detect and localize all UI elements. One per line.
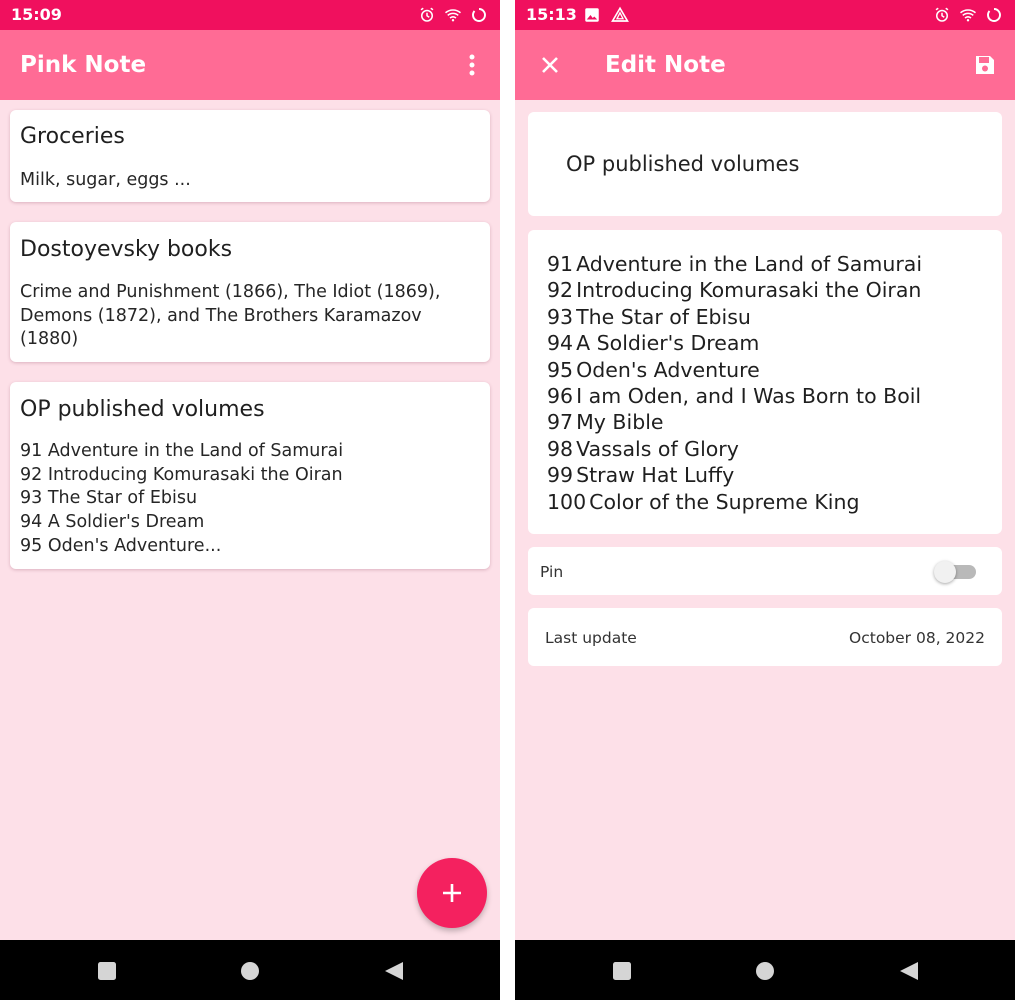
line-number: 99: [547, 463, 574, 488]
title-field[interactable]: OP published volumes: [528, 112, 1002, 216]
line-text: Adventure in the Land of Samurai: [576, 252, 923, 276]
content-line: 98 Vassals of Glory: [547, 436, 922, 462]
line-text: Oden's Adventure: [576, 357, 760, 382]
status-time: 15:13: [526, 5, 577, 24]
loading-circle-icon: [987, 8, 1001, 22]
note-card-groceries[interactable]: Groceries Milk, sugar, eggs ...: [10, 110, 490, 202]
content-line: 96 I am Oden, and I Was Born to Boil: [547, 383, 922, 409]
status-icons: [933, 0, 1003, 30]
pin-label: Pin: [540, 563, 564, 581]
line-text: My Bible: [576, 410, 664, 435]
status-bar: 15:09: [0, 0, 500, 30]
line-text: Vassals of Glory: [576, 436, 739, 461]
line-number: 95: [547, 357, 574, 382]
note-preview: 91 Adventure in the Land of Samurai 92 I…: [20, 441, 344, 556]
content-text: 91 Adventure in the Land of Samurai 92 Int…: [547, 251, 922, 515]
image-icon: [585, 8, 599, 22]
line-number: 100: [547, 489, 587, 514]
loading-circle-icon: [472, 8, 486, 22]
close-icon: [542, 57, 558, 73]
home-circle-icon: [756, 962, 774, 980]
note-title: Dostoyevsky books: [20, 237, 233, 262]
line-text: A Soldier's Dream: [576, 331, 760, 356]
line-text: Introducing Komurasaki the Oiran: [576, 278, 922, 303]
app-title: Pink Note: [20, 52, 147, 78]
screen-title: Edit Note: [605, 52, 726, 78]
title-input-value: OP published volumes: [566, 152, 800, 176]
note-card-op-volumes[interactable]: OP published volumes 91 Adventure in the…: [10, 382, 490, 569]
line-number: 91: [547, 252, 574, 276]
alarm-icon: [935, 7, 949, 22]
content-line: 95 Oden's Adventure: [547, 357, 922, 383]
content-field[interactable]: 91 Adventure in the Land of Samurai 92 Int…: [528, 230, 1002, 534]
line-text: The Star of Ebisu: [576, 304, 751, 329]
recents-button[interactable]: [94, 958, 120, 984]
content-line: 100 Color of the Supreme King: [547, 489, 922, 515]
save-button[interactable]: [965, 45, 1005, 85]
last-update-value: October 08, 2022: [849, 629, 985, 647]
last-update-row: Last update October 08, 2022: [528, 608, 1002, 666]
system-nav-bar: [0, 940, 500, 1000]
save-floppy-icon: [976, 56, 994, 74]
note-preview: Milk, sugar, eggs ...: [20, 170, 191, 190]
home-button[interactable]: [752, 958, 778, 984]
close-button[interactable]: [530, 45, 570, 85]
line-number: 97: [547, 410, 574, 435]
note-list-screen: 15:09 Pink Note Groceries Milk, sugar, e…: [0, 0, 500, 1000]
content-line: 99 Straw Hat Luffy: [547, 462, 922, 488]
back-button[interactable]: [381, 958, 407, 984]
toggle-thumb: [934, 561, 956, 583]
content-line: 91 Adventure in the Land of Samurai: [547, 251, 922, 277]
home-button[interactable]: [237, 958, 263, 984]
pin-toggle[interactable]: [934, 559, 978, 585]
warning-triangle-icon: [611, 6, 629, 22]
recents-button[interactable]: [609, 958, 635, 984]
line-text: Color of the Supreme King: [589, 489, 860, 514]
home-circle-icon: [241, 962, 259, 980]
line-number: 92: [547, 278, 574, 303]
back-triangle-icon: [385, 962, 403, 980]
line-number: 96: [547, 384, 574, 409]
wifi-icon: [960, 9, 976, 22]
add-note-button[interactable]: [417, 858, 487, 928]
content-line: 93 The Star of Ebisu: [547, 304, 922, 330]
status-icons: [418, 0, 488, 30]
content-line: 97 My Bible: [547, 409, 922, 435]
alarm-icon: [420, 7, 434, 22]
note-preview: Crime and Punishment (1866), The Idiot (…: [20, 282, 441, 350]
app-bar: Edit Note: [515, 30, 1015, 100]
line-text: Straw Hat Luffy: [576, 463, 735, 488]
more-options-button[interactable]: [452, 45, 492, 85]
add-icon: [443, 884, 461, 902]
status-bar: 15:13: [515, 0, 1015, 30]
line-number: 93: [547, 304, 574, 329]
line-text: I am Oden, and I Was Born to Boil: [576, 384, 922, 409]
app-bar: Pink Note: [0, 30, 500, 100]
back-button[interactable]: [896, 958, 922, 984]
recents-square-icon: [98, 962, 116, 980]
content-line: 94 A Soldier's Dream: [547, 330, 922, 356]
line-number: 94: [547, 331, 574, 356]
back-triangle-icon: [900, 962, 918, 980]
edit-note-screen: 15:13 Edit Note OP published volumes 91 A…: [515, 0, 1015, 1000]
notification-icons: [583, 0, 629, 30]
last-update-label: Last update: [545, 629, 637, 647]
note-card-dostoyevsky[interactable]: Dostoyevsky books Crime and Punishment (…: [10, 222, 490, 362]
note-title: OP published volumes: [20, 397, 265, 422]
recents-square-icon: [613, 962, 631, 980]
more-vert-icon: [469, 54, 475, 76]
pin-row: Pin: [528, 547, 1002, 595]
wifi-icon: [445, 9, 461, 22]
system-nav-bar: [515, 940, 1015, 1000]
note-title: Groceries: [20, 124, 125, 149]
line-number: 98: [547, 436, 574, 461]
status-time: 15:09: [11, 5, 62, 24]
content-line: 92 Introducing Komurasaki the Oiran: [547, 277, 922, 303]
